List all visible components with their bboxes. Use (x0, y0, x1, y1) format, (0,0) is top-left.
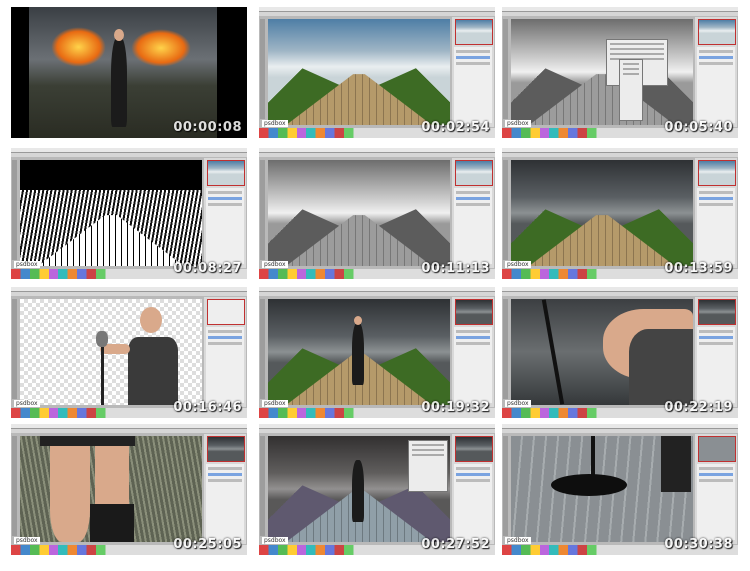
thumbnail-5[interactable]: psdbox 00:11:13 (259, 148, 495, 279)
timestamp: 00:19:32 (421, 400, 490, 415)
app-logo: psdbox (262, 120, 288, 127)
thumbnail-6[interactable]: psdbox 00:13:59 (502, 148, 738, 279)
timestamp: 00:22:19 (664, 400, 733, 415)
timestamp: 00:05:40 (664, 120, 733, 135)
thumbnail-12[interactable]: psdbox 00:30:38 (502, 424, 738, 555)
thumbnail-9[interactable]: psdbox 00:22:19 (502, 287, 738, 418)
app-logo: psdbox (14, 400, 40, 407)
thumbnail-11[interactable]: psdbox 00:27:52 (259, 424, 495, 555)
thumbnail-7[interactable]: psdbox 00:16:46 (11, 287, 247, 418)
thumbnail-1[interactable]: 00:00:08 (11, 7, 247, 138)
app-logo: psdbox (262, 261, 288, 268)
thumbnail-3[interactable]: psdbox 00:05:40 (502, 7, 738, 138)
timestamp: 00:25:05 (173, 537, 242, 552)
timestamp: 00:27:52 (421, 537, 490, 552)
app-logo: psdbox (505, 537, 531, 544)
app-logo: psdbox (505, 400, 531, 407)
timestamp: 00:11:13 (421, 261, 490, 276)
thumbnail-10[interactable]: psdbox 00:25:05 (11, 424, 247, 555)
thumbnail-4[interactable]: psdbox 00:08:27 (11, 148, 247, 279)
timestamp: 00:16:46 (173, 400, 242, 415)
app-logo: psdbox (14, 261, 40, 268)
app-logo: psdbox (262, 400, 288, 407)
app-logo: psdbox (14, 537, 40, 544)
thumbnail-2[interactable]: psdbox 00:02:54 (259, 7, 495, 138)
timestamp: 00:08:27 (173, 261, 242, 276)
thumbnail-8[interactable]: psdbox 00:19:32 (259, 287, 495, 418)
app-logo: psdbox (505, 120, 531, 127)
app-logo: psdbox (505, 261, 531, 268)
thumbnail-grid: 00:00:08 psdbox 00:02:54 psdbox 00:05:40 (11, 7, 744, 562)
timestamp: 00:13:59 (664, 261, 733, 276)
timestamp: 00:00:08 (173, 120, 242, 135)
timestamp: 00:02:54 (421, 120, 490, 135)
timestamp: 00:30:38 (664, 537, 733, 552)
app-logo: psdbox (262, 537, 288, 544)
